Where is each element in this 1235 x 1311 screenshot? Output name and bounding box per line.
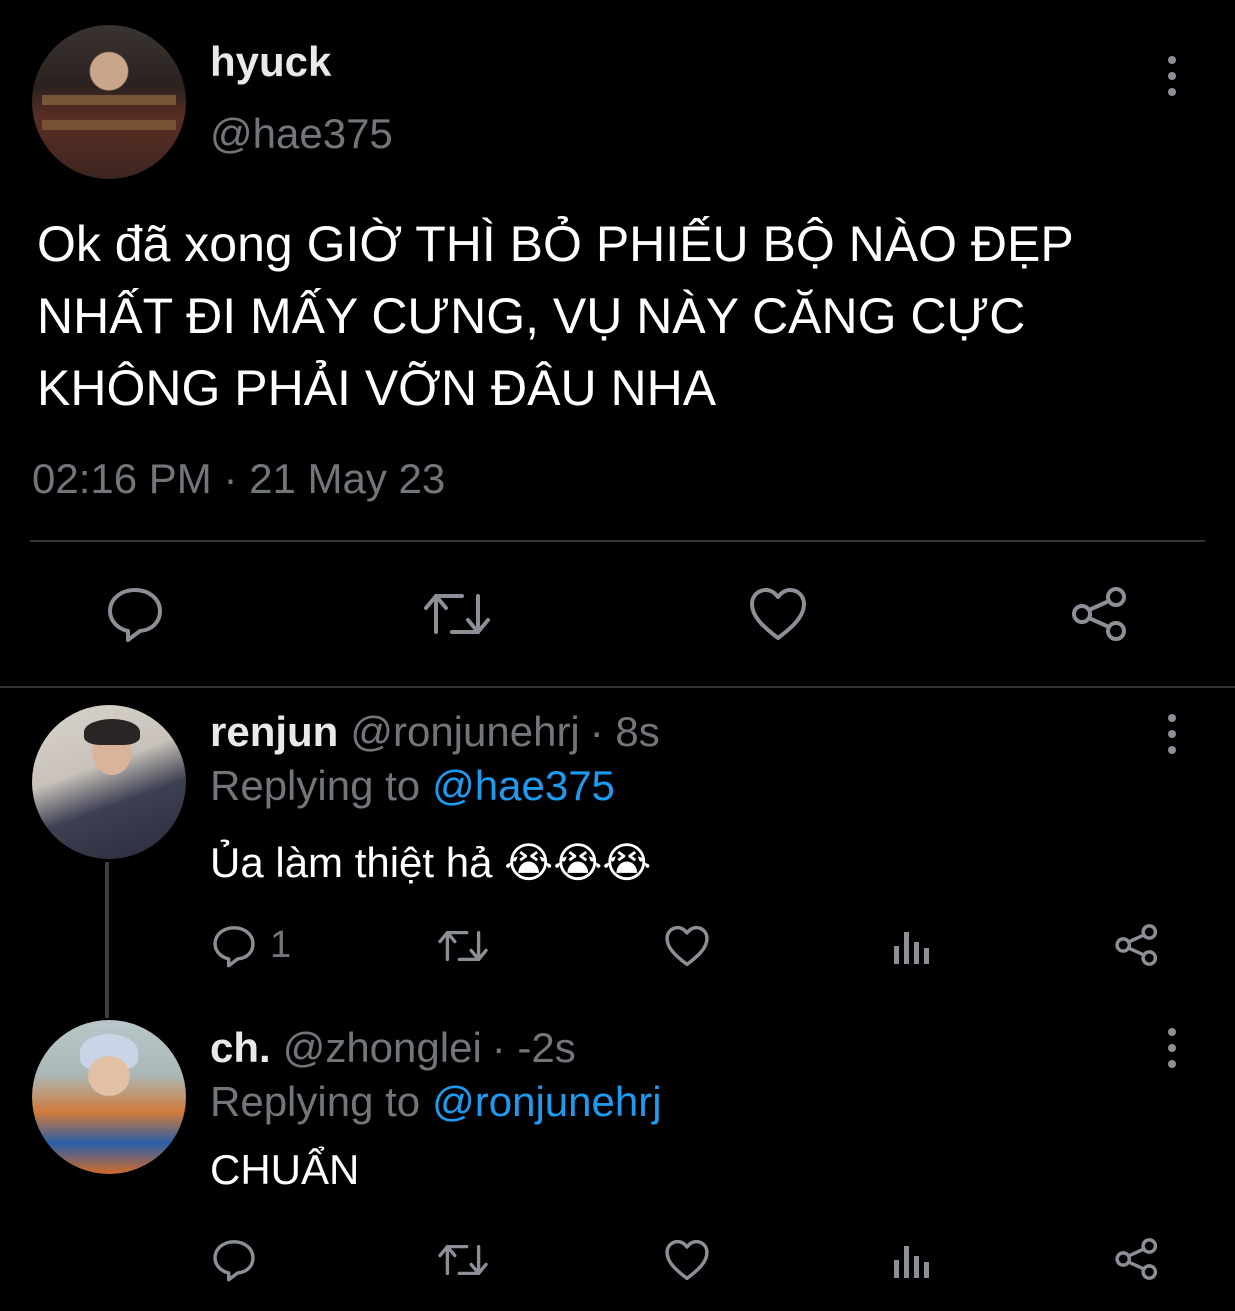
display-name[interactable]: ch. <box>210 1024 271 1072</box>
reply-icon[interactable] <box>212 924 256 968</box>
display-name[interactable]: renjun <box>210 708 338 756</box>
reply-text: Ủa làm thiệt hả 😭😭😭 <box>210 839 652 886</box>
tweet-text: Ok đã xong GIỜ THÌ BỎ PHIẾU BỘ NÀO ĐẸP N… <box>37 208 1074 424</box>
reply-count: 1 <box>270 924 292 966</box>
display-name[interactable]: hyuck <box>210 38 331 86</box>
replying-to-label: Replying to <box>210 1078 421 1125</box>
more-options-icon[interactable] <box>1160 1026 1184 1070</box>
tweet-text-line: NHẤT ĐI MẤY CƯNG, VỤ NÀY CĂNG CỰC <box>37 288 1026 344</box>
divider <box>0 686 1235 688</box>
share-icon[interactable] <box>1070 585 1130 643</box>
heart-icon[interactable] <box>748 586 808 642</box>
user-handle[interactable]: @ronjunehrj <box>350 708 579 756</box>
share-icon[interactable] <box>1114 922 1160 968</box>
tweet-text-line: Ok đã xong GIỜ THÌ BỎ PHIẾU BỘ NÀO ĐẸP <box>37 216 1074 272</box>
heart-icon[interactable] <box>664 1238 710 1282</box>
more-options-icon[interactable] <box>1160 54 1184 98</box>
reply-time[interactable]: · -2s <box>492 1024 576 1072</box>
divider <box>30 540 1205 542</box>
thread-line <box>105 862 109 1018</box>
reply-text: CHUẨN <box>210 1146 360 1193</box>
more-options-icon[interactable] <box>1160 712 1184 756</box>
replying-to-handle[interactable]: @hae375 <box>432 762 615 810</box>
views-icon[interactable] <box>892 926 932 966</box>
avatar[interactable] <box>32 25 186 179</box>
retweet-icon[interactable] <box>422 588 492 640</box>
reply-header: renjun @ronjunehrj · 8s <box>210 708 660 756</box>
retweet-icon[interactable] <box>437 926 489 966</box>
tweet-text-line: KHÔNG PHẢI VỠN ĐÂU NHA <box>37 360 717 416</box>
views-icon[interactable] <box>892 1240 932 1280</box>
reply-header: ch. @zhonglei · -2s <box>210 1024 576 1072</box>
reply-icon[interactable] <box>212 1238 256 1282</box>
retweet-icon[interactable] <box>437 1240 489 1280</box>
replying-to: Replying to @hae375 <box>210 762 615 810</box>
heart-icon[interactable] <box>664 924 710 968</box>
reply-time[interactable]: · 8s <box>590 708 660 756</box>
tweet-timestamp[interactable]: 02:16 PM · 21 May 23 <box>32 455 445 503</box>
user-handle[interactable]: @hae375 <box>210 110 393 158</box>
replying-to-handle[interactable]: @ronjunehrj <box>432 1078 661 1126</box>
share-icon[interactable] <box>1114 1236 1160 1282</box>
reply-icon[interactable] <box>106 586 164 642</box>
user-handle[interactable]: @zhonglei <box>283 1024 482 1072</box>
avatar[interactable] <box>32 705 186 859</box>
replying-to-label: Replying to <box>210 762 421 809</box>
replying-to: Replying to @ronjunehrj <box>210 1078 662 1126</box>
avatar[interactable] <box>32 1020 186 1174</box>
